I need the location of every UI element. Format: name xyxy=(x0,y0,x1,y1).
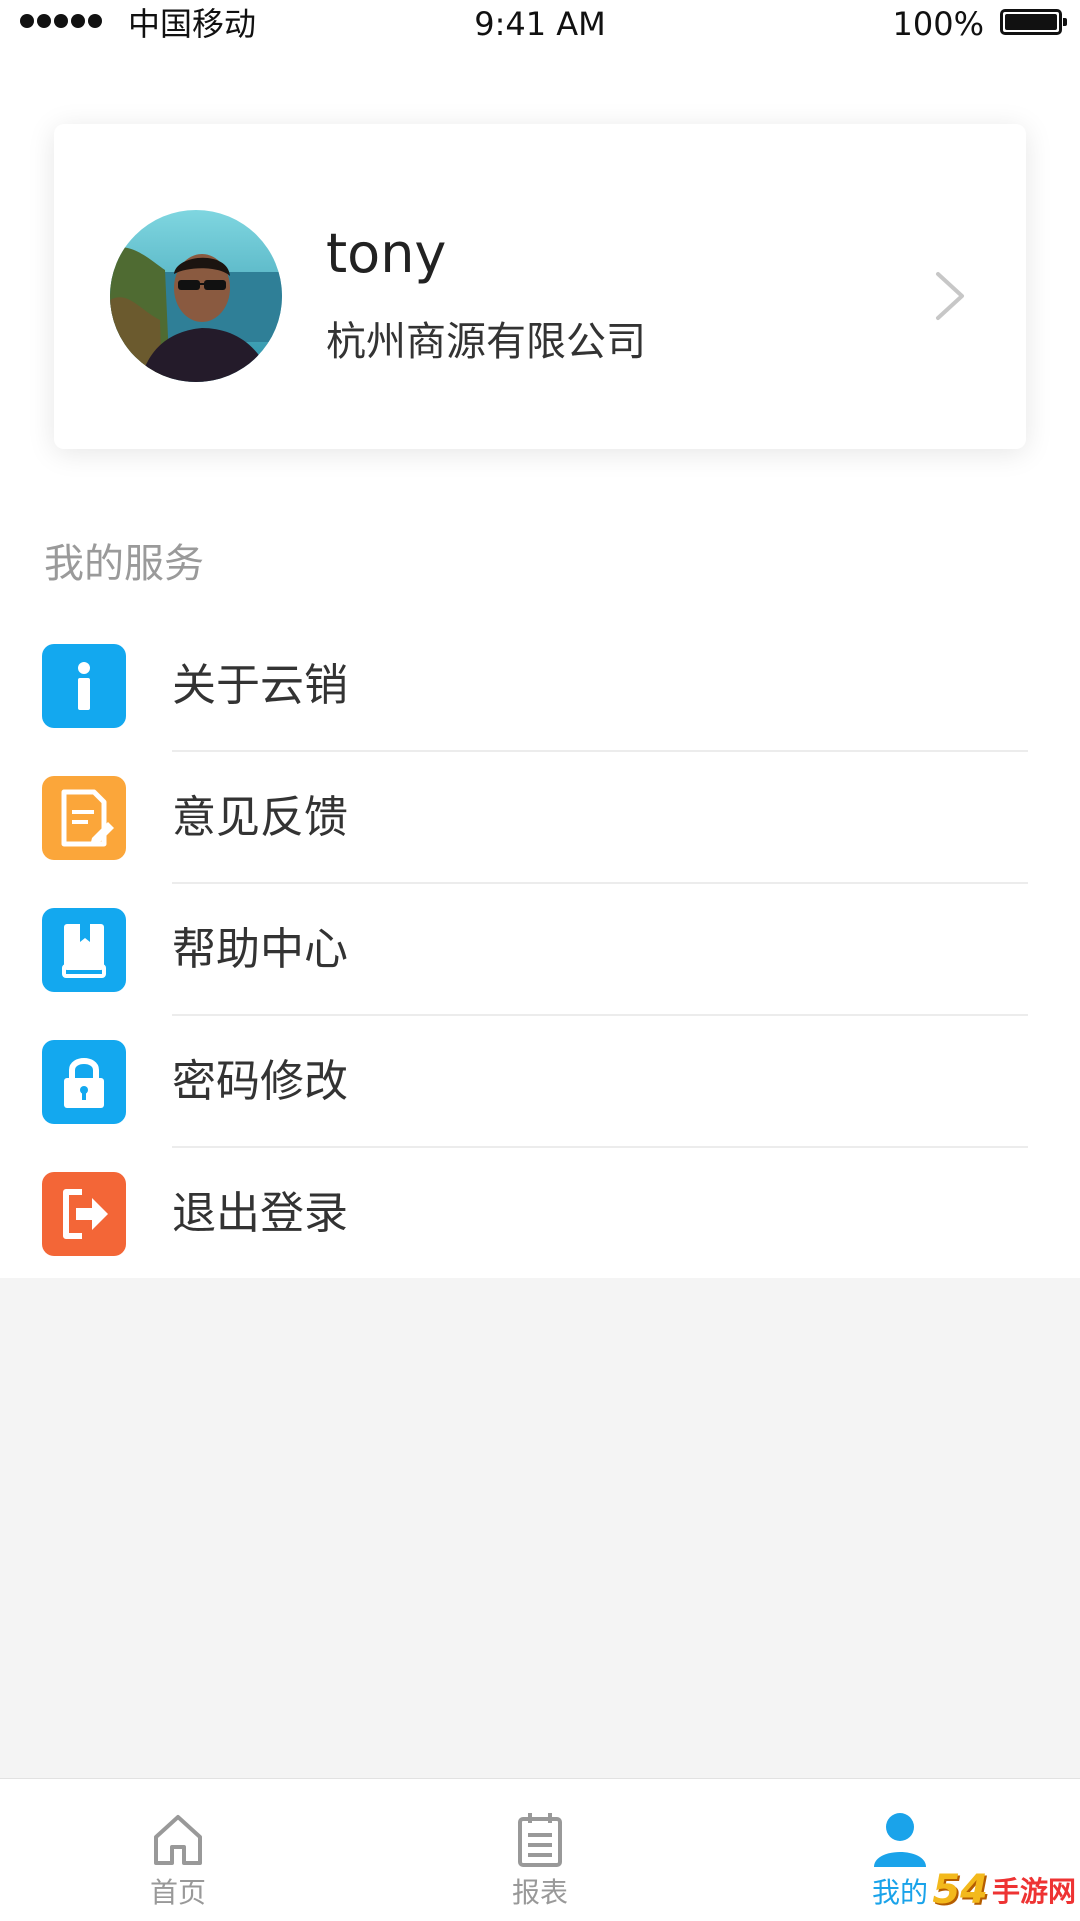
watermark-number: 54 xyxy=(932,1867,988,1913)
menu-label: 密码修改 xyxy=(172,1056,348,1107)
battery-percent: 100% xyxy=(892,5,984,43)
menu-label: 帮助中心 xyxy=(172,924,348,975)
menu-label: 关于云销 xyxy=(172,660,348,711)
avatar xyxy=(110,210,282,382)
home-icon xyxy=(154,1815,202,1865)
menu-item-feedback[interactable]: 意见反馈 xyxy=(0,752,1080,884)
feedback-edit-icon xyxy=(42,776,126,860)
status-bar: 中国移动 9:41 AM 100% xyxy=(0,0,1080,50)
tab-report[interactable]: 报表 xyxy=(440,1779,640,1921)
menu-item-change-password[interactable]: 密码修改 xyxy=(0,1016,1080,1148)
book-icon xyxy=(42,908,126,992)
report-icon xyxy=(518,1813,562,1867)
user-name: tony xyxy=(326,222,447,285)
tab-bar: 首页 报表 我的 54 手游网 xyxy=(0,1778,1080,1921)
info-icon xyxy=(42,644,126,728)
tab-label: 报表 xyxy=(511,1876,568,1909)
chevron-right-icon xyxy=(936,272,964,320)
watermark-text: 手游网 xyxy=(991,1875,1076,1908)
company-name: 杭州商源有限公司 xyxy=(326,319,646,365)
lock-icon xyxy=(42,1040,126,1124)
section-title-my-services: 我的服务 xyxy=(44,541,204,587)
menu-item-help-center[interactable]: 帮助中心 xyxy=(0,884,1080,1016)
menu-item-about[interactable]: 关于云销 xyxy=(0,620,1080,752)
menu-item-logout[interactable]: 退出登录 xyxy=(0,1148,1080,1280)
site-watermark: 54 手游网 xyxy=(932,1865,1076,1915)
tab-home[interactable]: 首页 xyxy=(78,1779,278,1921)
user-icon xyxy=(874,1813,926,1867)
menu-label: 意见反馈 xyxy=(172,792,348,843)
menu-label: 退出登录 xyxy=(172,1188,348,1239)
battery-icon xyxy=(1000,9,1067,35)
tab-label: 首页 xyxy=(149,1876,206,1909)
profile-card[interactable]: tony 杭州商源有限公司 xyxy=(54,124,1026,449)
logout-icon xyxy=(42,1172,126,1256)
